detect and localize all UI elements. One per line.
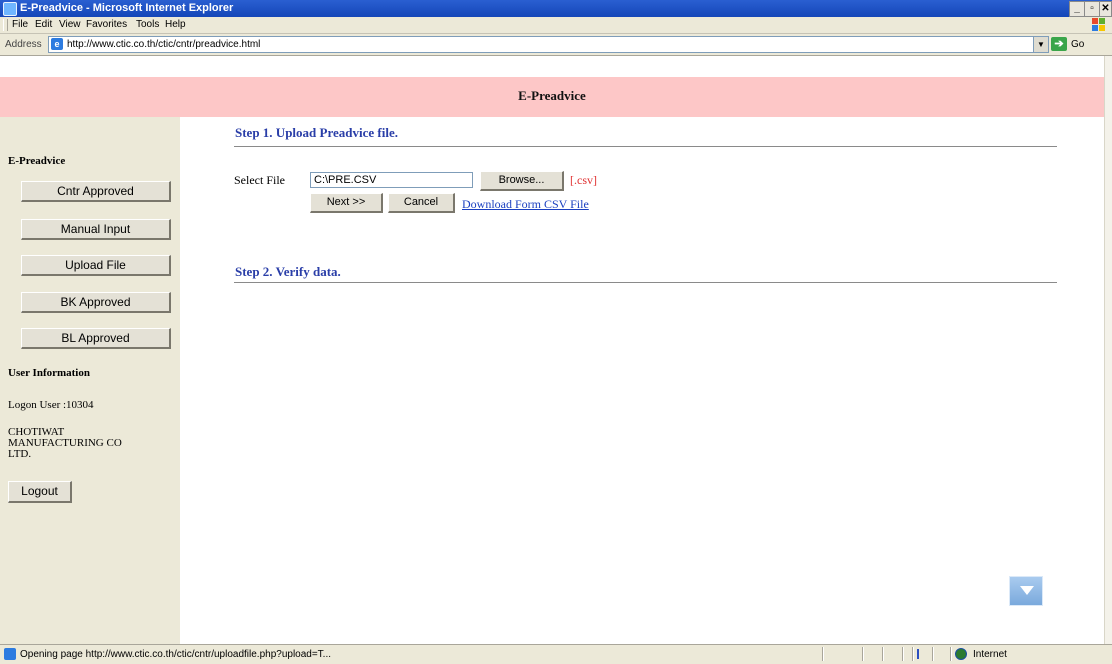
step2-title: Step 2. Verify data.: [235, 264, 341, 279]
step1-title: Step 1. Upload Preadvice file.: [235, 125, 398, 140]
upload-file-button[interactable]: Upload File: [21, 255, 171, 276]
address-bar: Address e http://www.ctic.co.th/ctic/cnt…: [0, 34, 1112, 56]
address-input[interactable]: e http://www.ctic.co.th/ctic/cntr/preadv…: [48, 36, 1034, 53]
menu-bar: File Edit View Favorites Tools Help: [0, 17, 1112, 34]
status-text: Opening page http://www.ctic.co.th/ctic/…: [20, 649, 332, 660]
step1-divider: [234, 146, 1057, 147]
address-dropdown-icon[interactable]: ▼: [1033, 36, 1049, 53]
close-button[interactable]: ✕: [1099, 1, 1112, 17]
page-title: E-Preadvice: [518, 88, 586, 103]
page-header: E-Preadvice: [0, 77, 1104, 117]
status-separator: [862, 647, 864, 661]
menu-favorites[interactable]: Favorites: [86, 19, 127, 30]
user-information-title: User Information: [8, 367, 90, 379]
toolbar-grip: [3, 19, 8, 31]
scrollbar[interactable]: [1104, 56, 1112, 644]
progress-indicator: [917, 649, 919, 659]
window-title-bar: E-Preadvice - Microsoft Internet Explore…: [0, 0, 1112, 17]
minimize-button[interactable]: _: [1069, 1, 1085, 17]
scroll-down-icon[interactable]: [1009, 576, 1043, 606]
menu-help[interactable]: Help: [165, 19, 186, 30]
address-label: Address: [5, 39, 42, 50]
bl-approved-button[interactable]: BL Approved: [21, 328, 171, 349]
status-separator: [822, 647, 824, 661]
loading-page-icon: [4, 648, 16, 660]
next-button[interactable]: Next >>: [310, 193, 383, 213]
window-title: E-Preadvice - Microsoft Internet Explore…: [20, 2, 234, 14]
logon-user: Logon User :10304: [8, 399, 94, 411]
cancel-button[interactable]: Cancel: [388, 193, 455, 213]
status-separator: [932, 647, 934, 661]
manual-input-button[interactable]: Manual Input: [21, 219, 171, 240]
status-separator: [950, 647, 952, 661]
company-line-3: LTD.: [8, 448, 32, 460]
status-separator: [902, 647, 904, 661]
file-path-input[interactable]: [310, 172, 473, 188]
go-button[interactable]: Go: [1071, 39, 1084, 50]
menu-edit[interactable]: Edit: [35, 19, 52, 30]
status-separator: [912, 647, 914, 661]
address-url: http://www.ctic.co.th/ctic/cntr/preadvic…: [67, 39, 261, 50]
logout-button[interactable]: Logout: [8, 481, 72, 503]
page-icon: e: [51, 38, 63, 50]
windows-logo-icon: [1092, 18, 1106, 31]
step2-divider: [234, 282, 1057, 283]
select-file-label: Select File: [234, 173, 285, 187]
maximize-button[interactable]: ▫: [1084, 1, 1100, 17]
company-name: CHOTIWAT MANUFACTURING CO LTD.: [8, 427, 122, 460]
sidebar-section-title: E-Preadvice: [8, 155, 66, 167]
security-zone: Internet: [973, 649, 1007, 660]
bk-approved-button[interactable]: BK Approved: [21, 292, 171, 313]
cntr-approved-button[interactable]: Cntr Approved: [21, 181, 171, 202]
status-bar: Opening page http://www.ctic.co.th/ctic/…: [0, 644, 1112, 664]
menu-tools[interactable]: Tools: [136, 19, 159, 30]
ie-app-icon: [3, 2, 17, 16]
menu-file[interactable]: File: [12, 19, 28, 30]
go-arrow-icon[interactable]: ➔: [1051, 37, 1067, 51]
status-separator: [882, 647, 884, 661]
download-form-csv-link[interactable]: Download Form CSV File: [462, 197, 589, 212]
menu-view[interactable]: View: [59, 19, 81, 30]
internet-zone-icon: [955, 648, 967, 660]
csv-extension-note: [.csv]: [570, 173, 597, 187]
browse-button[interactable]: Browse...: [480, 171, 564, 191]
